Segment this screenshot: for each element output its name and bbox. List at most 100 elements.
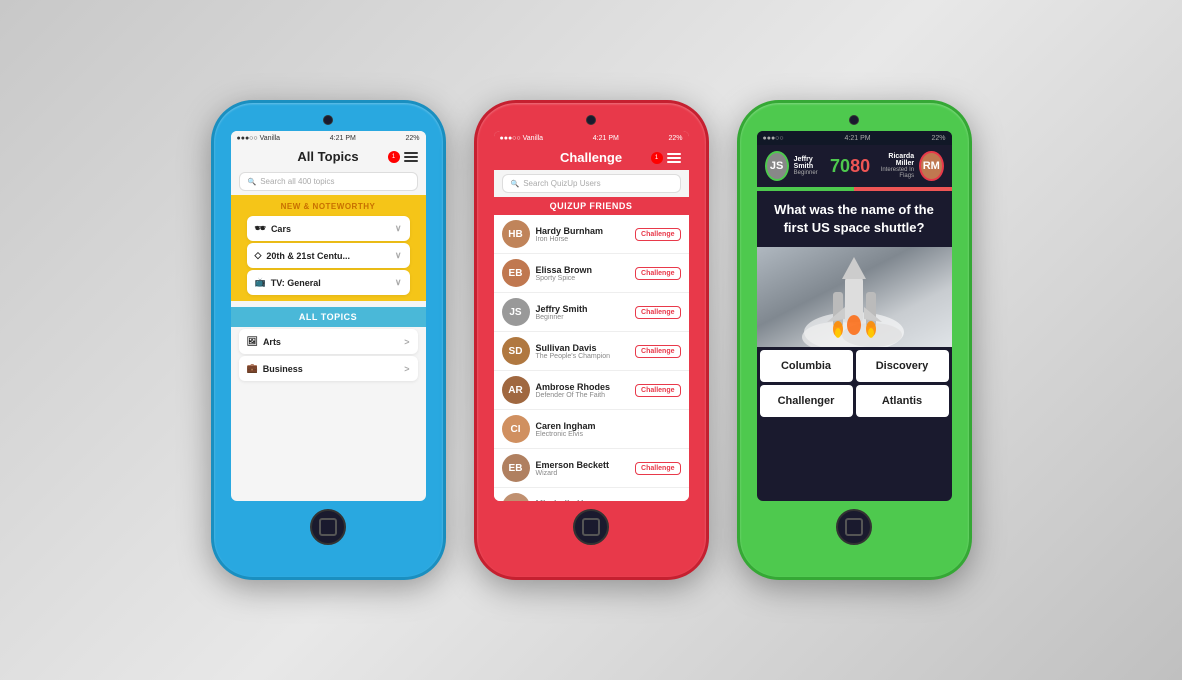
challenge-btn-1[interactable]: Challenge: [635, 267, 680, 280]
friend-item-3: SD Sullivan Davis The People's Champion …: [494, 332, 689, 371]
avatar-7: MH: [502, 493, 530, 501]
progress-left: [757, 187, 855, 191]
player1-sub: Beginner: [794, 170, 825, 176]
avatar-0: HB: [502, 220, 530, 248]
friend-item-7: MH Mirabelle Horn Master of Infinity: [494, 488, 689, 501]
all-topics-title: ALL TOPICS: [236, 312, 421, 322]
screen-quiz: ●●●○○ 4:21 PM 22% JS Jeffry Smith Beginn…: [757, 131, 952, 501]
header-icons-2: 1: [651, 152, 681, 164]
challenge-btn-3[interactable]: Challenge: [635, 345, 680, 358]
time-3: 4:21 PM: [845, 135, 871, 142]
friend-sub-0: Iron Horse: [536, 236, 636, 243]
avatar-3: SD: [502, 337, 530, 365]
question-area: What was the name of the first US space …: [757, 191, 952, 247]
topic-label-arts: Arts: [263, 337, 281, 347]
friend-name-0: Hardy Burnham: [536, 226, 636, 236]
topic-item-tv[interactable]: 📺 TV: General ∨: [247, 270, 410, 295]
header-2: Challenge 1: [494, 145, 689, 170]
answer-discovery[interactable]: Discovery: [856, 350, 949, 382]
search-bar-1[interactable]: Search all 400 topics: [239, 172, 418, 191]
signal-3: ●●●○○: [763, 135, 784, 142]
friend-name-2: Jeffry Smith: [536, 304, 636, 314]
friend-name-3: Sullivan Davis: [536, 343, 636, 353]
friend-name-5: Caren Ingham: [536, 421, 681, 431]
time-1: 4:21 PM: [330, 135, 356, 142]
search-bar-2[interactable]: Search QuizUp Users: [502, 174, 681, 193]
friend-name-4: Ambrose Rhodes: [536, 382, 636, 392]
friend-name-7: Mirabelle Horn: [536, 499, 681, 502]
signal-1: ●●●○○ Vanilla: [237, 135, 281, 142]
player-right: RM Ricarda Miller Interested In Flags 80: [850, 151, 943, 181]
header-1: All Topics 1: [231, 145, 426, 168]
answer-columbia[interactable]: Columbia: [760, 350, 853, 382]
screen-challenge: ●●●○○ Vanilla 4:21 PM 22% Challenge 1: [494, 131, 689, 501]
new-noteworthy-title: NEW & NOTEWORTHY: [239, 199, 418, 214]
answer-atlantis[interactable]: Atlantis: [856, 385, 949, 417]
challenge-btn-0[interactable]: Challenge: [635, 228, 680, 241]
home-button-1[interactable]: [310, 509, 346, 545]
battery-2: 22%: [668, 135, 682, 142]
avatar-4: AR: [502, 376, 530, 404]
friend-item-2: JS Jeffry Smith Beginner Challenge: [494, 293, 689, 332]
chevron-arts: >: [404, 337, 409, 347]
progress-bar: [757, 187, 952, 191]
friend-sub-6: Wizard: [536, 470, 636, 477]
friends-title: QUIZUP FRIENDS: [498, 201, 685, 211]
friend-sub-3: The People's Champion: [536, 353, 636, 360]
challenge-btn-6[interactable]: Challenge: [635, 462, 680, 475]
screen-all-topics: ●●●○○ Vanilla 4:21 PM 22% All Topics 1: [231, 131, 426, 501]
player1-name: Jeffry Smith: [794, 156, 825, 170]
battery-1: 22%: [405, 135, 419, 142]
cars-icon: 🕶: [255, 223, 266, 234]
player2-name: Ricarda Miller: [875, 153, 914, 167]
avatar-6: EB: [502, 454, 530, 482]
phone-blue: ●●●○○ Vanilla 4:21 PM 22% All Topics 1: [211, 100, 446, 580]
avatar-player1: JS: [765, 151, 789, 181]
answer-challenger[interactable]: Challenger: [760, 385, 853, 417]
friends-banner: QUIZUP FRIENDS: [494, 197, 689, 215]
signal-2: ●●●○○ Vanilla: [500, 135, 544, 142]
business-icon: 💼: [247, 363, 258, 374]
player2-score: 80: [850, 156, 870, 177]
hamburger-icon-2[interactable]: [667, 153, 681, 163]
hamburger-icon-1[interactable]: [404, 152, 418, 162]
camera-front-3: [849, 115, 859, 125]
notification-badge-2: 1: [651, 152, 663, 164]
shuttle-svg: [757, 247, 952, 347]
player-left: JS Jeffry Smith Beginner 70: [765, 151, 851, 181]
phones-container: ●●●○○ Vanilla 4:21 PM 22% All Topics 1: [191, 80, 992, 600]
challenge-btn-4[interactable]: Challenge: [635, 384, 680, 397]
friend-item-4: AR Ambrose Rhodes Defender Of The Faith …: [494, 371, 689, 410]
avatar-1: EB: [502, 259, 530, 287]
player2-sub: Interested In Flags: [875, 167, 914, 179]
friend-sub-1: Sporty Spice: [536, 275, 636, 282]
search-placeholder-1: Search all 400 topics: [260, 177, 334, 186]
tv-icon: 📺: [255, 277, 266, 288]
battery-3: 22%: [931, 135, 945, 142]
search-placeholder-2: Search QuizUp Users: [523, 179, 600, 188]
challenge-btn-2[interactable]: Challenge: [635, 306, 680, 319]
topic-item-century[interactable]: ◇ 20th & 21st Centu... ∨: [247, 243, 410, 268]
century-icon: ◇: [255, 250, 262, 261]
progress-right: [854, 187, 952, 191]
friend-item-1: EB Elissa Brown Sporty Spice Challenge: [494, 254, 689, 293]
friend-item-0: HB Hardy Burnham Iron Horse Challenge: [494, 215, 689, 254]
camera-front-2: [586, 115, 596, 125]
header-title-1: All Topics: [297, 149, 358, 164]
topic-item-cars[interactable]: 🕶 Cars ∨: [247, 216, 410, 241]
topic-label-century: 20th & 21st Centu...: [266, 251, 350, 261]
topic-label-tv: TV: General: [271, 278, 321, 288]
home-button-2[interactable]: [573, 509, 609, 545]
friend-item-5: CI Caren Ingham Electronic Elvis: [494, 410, 689, 449]
answers-grid: Columbia Discovery Challenger Atlantis: [757, 347, 952, 420]
topic-item-arts[interactable]: 🖼 Arts >: [239, 329, 418, 354]
all-topics-banner: ALL TOPICS: [231, 307, 426, 327]
status-bar-3: ●●●○○ 4:21 PM 22%: [757, 131, 952, 145]
chevron-cars: ∨: [395, 223, 402, 234]
player1-score: 70: [830, 156, 850, 177]
phone-green: ●●●○○ 4:21 PM 22% JS Jeffry Smith Beginn…: [737, 100, 972, 580]
notification-badge-1: 1: [388, 151, 400, 163]
friend-item-6: EB Emerson Beckett Wizard Challenge: [494, 449, 689, 488]
home-button-3[interactable]: [836, 509, 872, 545]
topic-item-business[interactable]: 💼 Business >: [239, 356, 418, 381]
